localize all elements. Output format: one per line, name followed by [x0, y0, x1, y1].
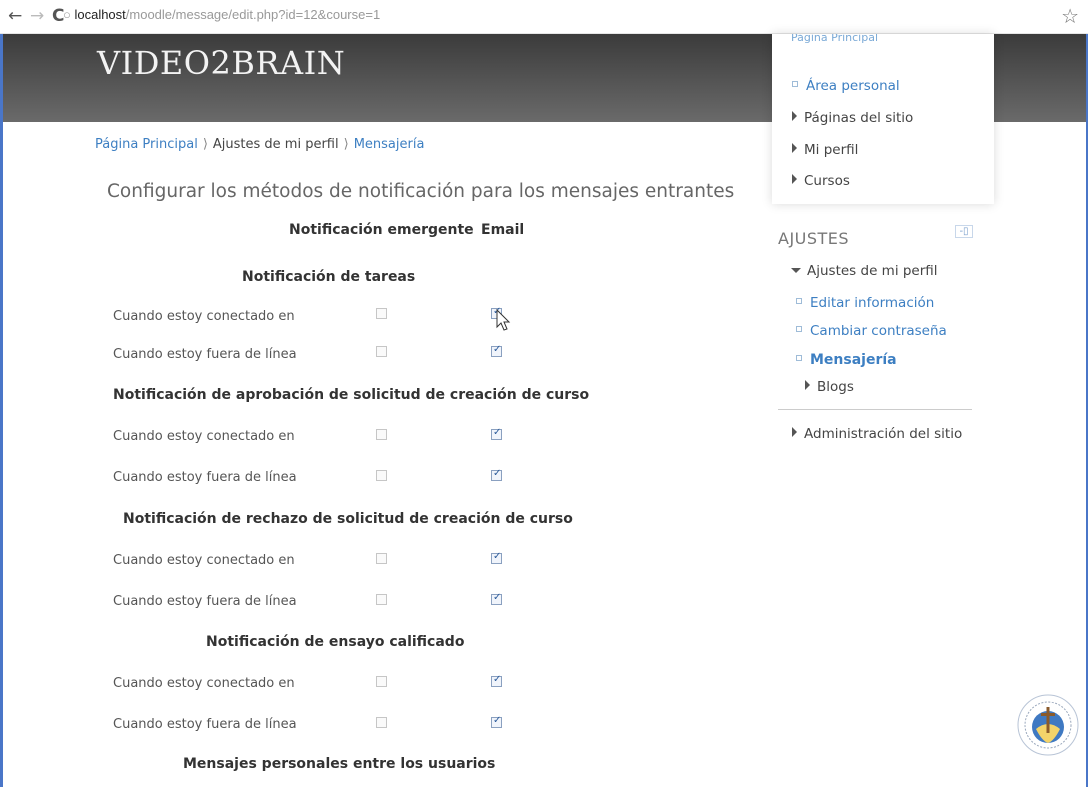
- settings-messaging[interactable]: Mensajería: [796, 352, 897, 368]
- settings-site-admin[interactable]: Administración del sitio: [792, 426, 962, 442]
- browser-toolbar: ← → C ○ localhost/moodle/message/edit.ph…: [0, 0, 1088, 34]
- settings-change-password[interactable]: Cambiar contraseña: [796, 323, 947, 339]
- expand-arrow-icon: [805, 380, 810, 390]
- breadcrumb-current[interactable]: Mensajería: [354, 137, 425, 152]
- column-header-popup: Notificación emergente: [289, 222, 474, 238]
- section-title: Notificación de rechazo de solicitud de …: [123, 511, 573, 527]
- url-host: localhost: [74, 7, 126, 22]
- settings-blogs[interactable]: Blogs: [805, 379, 854, 395]
- section-title: Mensajes personales entre los usuarios: [183, 756, 496, 772]
- bullet-icon: [796, 326, 802, 332]
- breadcrumb: Página Principal ⟩ Ajustes de mi perfil ⟩ Me…: [95, 137, 424, 152]
- page-icon: ○: [63, 7, 75, 22]
- row-label-online: Cuando estoy conectado en: [113, 309, 295, 324]
- settings-edit-info[interactable]: Editar información: [796, 295, 934, 311]
- page-title: Configurar los métodos de notificación p…: [107, 181, 735, 202]
- breadcrumb-home[interactable]: Página Principal: [95, 137, 198, 152]
- column-header-email: Email: [481, 222, 525, 238]
- mouse-pointer-icon: [496, 309, 511, 331]
- nav-item-mi-perfil[interactable]: Mi perfil: [792, 142, 858, 158]
- section-title: Notificación de ensayo calificado: [206, 634, 465, 650]
- window-frame-left: [0, 34, 3, 787]
- address-bar[interactable]: ○ localhost/moodle/message/edit.php?id=1…: [63, 7, 380, 22]
- nav-item-area-personal[interactable]: Área personal: [792, 78, 900, 94]
- breadcrumb-separator-icon: ⟩: [343, 137, 349, 152]
- email-checkbox[interactable]: [491, 344, 502, 357]
- popup-checkbox[interactable]: [376, 717, 387, 728]
- email-checkbox[interactable]: [491, 715, 502, 728]
- expand-arrow-icon: [792, 143, 797, 153]
- forward-arrow-icon[interactable]: →: [30, 5, 44, 27]
- collapse-arrow-icon: [791, 268, 801, 273]
- email-checkbox[interactable]: [491, 427, 502, 440]
- row-label-online: Cuando estoy conectado en: [113, 429, 295, 444]
- popup-checkbox[interactable]: [376, 308, 387, 319]
- nav-item-cursos[interactable]: Cursos: [792, 173, 850, 189]
- breadcrumb-profile: Ajustes de mi perfil: [212, 137, 339, 152]
- popup-checkbox[interactable]: [376, 676, 387, 687]
- university-seal-icon: [1017, 694, 1079, 756]
- popup-checkbox[interactable]: [376, 594, 387, 605]
- expand-arrow-icon: [792, 111, 797, 121]
- row-label-offline: Cuando estoy fuera de línea: [113, 470, 297, 485]
- row-label-online: Cuando estoy conectado en: [113, 676, 295, 691]
- nav-item-paginas-sitio[interactable]: Páginas del sitio: [792, 110, 913, 126]
- url-path: /moodle/message/edit.php?id=12&course=1: [125, 7, 381, 22]
- site-brand[interactable]: VIDEO2BRAIN: [97, 44, 345, 82]
- row-label-offline: Cuando estoy fuera de línea: [113, 594, 297, 609]
- row-label-offline: Cuando estoy fuera de línea: [113, 347, 297, 362]
- section-title: Notificación de aprobación de solicitud …: [113, 387, 590, 403]
- popup-checkbox[interactable]: [376, 470, 387, 481]
- star-icon[interactable]: ☆: [1061, 4, 1079, 28]
- popup-checkbox[interactable]: [376, 553, 387, 564]
- back-arrow-icon[interactable]: ←: [8, 5, 22, 27]
- popup-checkbox[interactable]: [376, 429, 387, 440]
- collapse-block-icon[interactable]: -▯: [955, 225, 973, 238]
- expand-arrow-icon: [792, 427, 797, 437]
- nav-item-home-partial[interactable]: Página Principal: [791, 34, 878, 46]
- popup-checkbox[interactable]: [376, 346, 387, 357]
- settings-block-title: AJUSTES: [778, 229, 850, 248]
- bullet-icon: [792, 81, 798, 87]
- email-checkbox[interactable]: [491, 674, 502, 687]
- settings-profile-item[interactable]: Ajustes de mi perfil: [791, 263, 938, 279]
- settings-divider: [778, 409, 972, 410]
- expand-arrow-icon: [792, 174, 797, 184]
- email-checkbox[interactable]: [491, 551, 502, 564]
- bullet-icon: [796, 298, 802, 304]
- breadcrumb-separator-icon: ⟩: [202, 137, 208, 152]
- row-label-offline: Cuando estoy fuera de línea: [113, 717, 297, 732]
- email-checkbox[interactable]: [491, 468, 502, 481]
- email-checkbox[interactable]: [491, 592, 502, 605]
- section-title: Notificación de tareas: [242, 269, 416, 285]
- row-label-online: Cuando estoy conectado en: [113, 553, 295, 568]
- bullet-icon: [796, 355, 802, 361]
